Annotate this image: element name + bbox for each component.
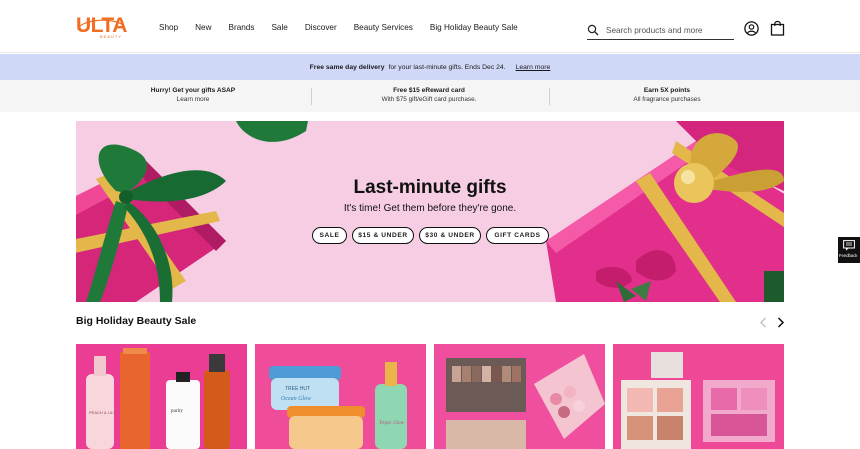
nav-sale[interactable]: Sale — [271, 23, 287, 32]
card-text: purity — [171, 409, 183, 414]
eyeshadow-palettes-image — [434, 344, 605, 449]
nav-new[interactable]: New — [195, 23, 211, 32]
card-text: TREE HUT — [285, 386, 310, 392]
under-30-button[interactable]: $30 & UNDER — [419, 227, 481, 244]
left-gift-image — [76, 121, 308, 302]
nav-brands[interactable]: Brands — [229, 23, 255, 32]
body-scrub-products-image: TREE HUT Ocean Glow Tropic Glow — [255, 344, 426, 449]
account-icon[interactable] — [744, 21, 759, 36]
hero-subtitle: It's time! Get them before they're gone. — [343, 203, 517, 214]
feedback-tab[interactable]: Feedback — [838, 237, 860, 263]
card-text: Ocean Glow — [281, 396, 311, 402]
benefit-subtitle: All fragrance purchases — [633, 96, 701, 103]
sale-button[interactable]: SALE — [312, 227, 347, 244]
chevron-right-icon[interactable] — [776, 317, 785, 328]
eyeshadow-card[interactable] — [434, 344, 605, 449]
search-icon[interactable] — [587, 24, 599, 36]
benefit-title: Hurry! Get your gifts ASAP — [150, 87, 236, 94]
card-text: Tropic Glow — [379, 421, 405, 426]
search-bar — [587, 22, 734, 40]
under-15-button[interactable]: $15 & UNDER — [352, 227, 414, 244]
skincare-products-image: PEACH & LILY purity — [76, 344, 247, 449]
promo-bold-text: Free same day delivery — [309, 63, 385, 71]
benefits-strip: Hurry! Get your gifts ASAP Learn more Fr… — [0, 80, 860, 112]
section-title: Big Holiday Beauty Sale — [76, 315, 197, 327]
nav-beauty-services[interactable]: Beauty Services — [354, 23, 413, 32]
site-header: ULTA BEAUTY Shop New Brands Sale Discove… — [0, 0, 860, 53]
promo-text: for your last-minute gifts. Ends Dec 24. — [388, 63, 506, 71]
hero-banner[interactable]: Last-minute gifts It's time! Get them be… — [76, 121, 784, 302]
hero-title: Last-minute gifts — [353, 177, 507, 198]
benefit-ereward-card[interactable]: Free $15 eReward card With $75 gift/eGif… — [312, 87, 546, 103]
face-palette-card[interactable] — [613, 344, 784, 449]
promo-learn-more-link[interactable]: Learn more — [516, 64, 551, 71]
benefit-gifts-asap[interactable]: Hurry! Get your gifts ASAP Learn more — [76, 87, 310, 103]
right-gift-image — [546, 121, 784, 302]
face-palettes-image — [613, 344, 784, 449]
nav-big-holiday-beauty-sale[interactable]: Big Holiday Beauty Sale — [430, 23, 518, 32]
main-nav: Shop New Brands Sale Discover Beauty Ser… — [159, 23, 535, 32]
logo-subtext: BEAUTY — [100, 34, 123, 39]
body-scrub-card[interactable]: TREE HUT Ocean Glow Tropic Glow — [255, 344, 426, 449]
bag-icon[interactable] — [770, 20, 785, 36]
benefit-title: Earn 5X points — [643, 87, 691, 94]
benefit-5x-points[interactable]: Earn 5X points All fragrance purchases — [550, 87, 784, 103]
skincare-card[interactable]: PEACH & LILY purity — [76, 344, 247, 449]
gift-cards-button[interactable]: GIFT CARDS — [486, 227, 549, 244]
promo-banner: Free same day delivery for your last-min… — [0, 54, 860, 80]
ulta-logo[interactable]: ULTA BEAUTY — [76, 14, 128, 40]
hero-button-group: SALE $15 & UNDER $30 & UNDER GIFT CARDS — [312, 227, 554, 244]
chevron-left-icon[interactable] — [759, 317, 768, 328]
search-input[interactable] — [606, 24, 732, 37]
benefit-subtitle: Learn more — [176, 96, 210, 103]
nav-shop[interactable]: Shop — [159, 23, 178, 32]
chat-icon — [843, 240, 855, 251]
benefit-title: Free $15 eReward card — [393, 87, 465, 94]
nav-discover[interactable]: Discover — [305, 23, 337, 32]
card-text: PEACH & LILY — [89, 410, 116, 415]
benefit-subtitle: With $75 gift/eGift card purchase. — [381, 96, 477, 103]
feedback-label: Feedback — [839, 253, 858, 258]
